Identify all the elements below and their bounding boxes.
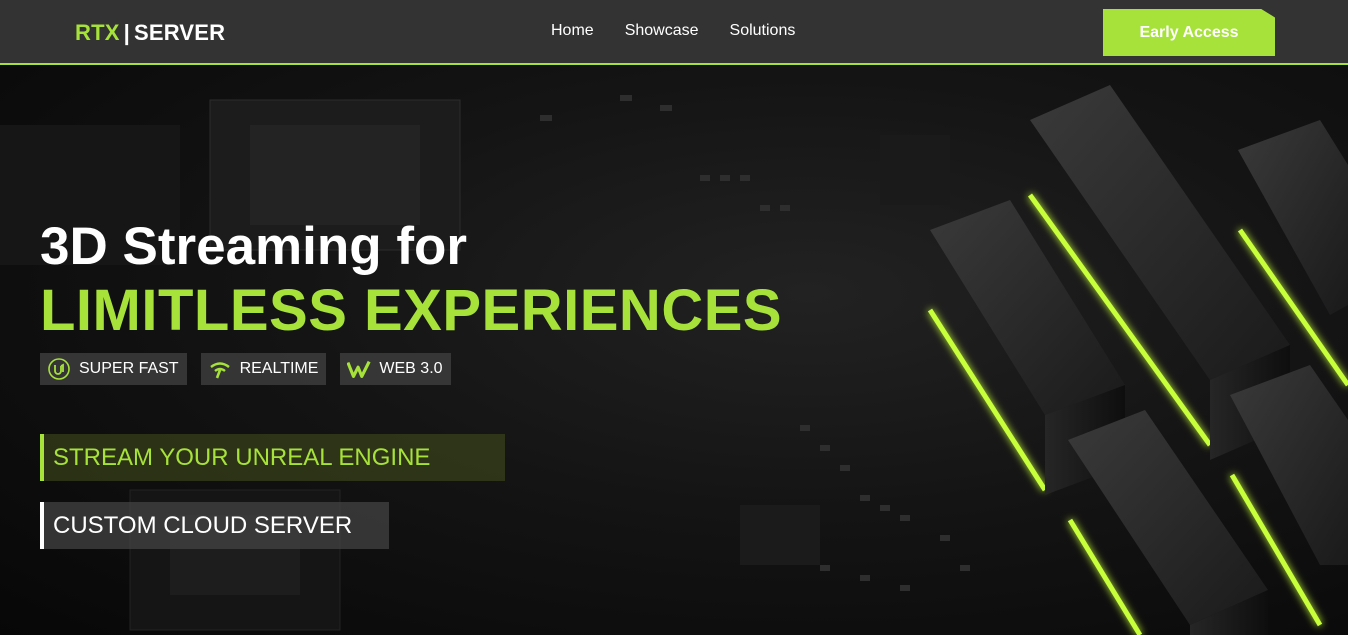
- hero-title-line1: 3D Streaming for: [40, 217, 468, 276]
- feature-super-fast: SUPER FAST: [40, 353, 187, 385]
- unreal-icon: [47, 357, 71, 381]
- circuit-board-background: [0, 85, 1348, 635]
- hero-section: 3D Streaming for LIMITLESS EXPERIENCES S…: [0, 65, 1348, 635]
- nav-showcase[interactable]: Showcase: [625, 22, 699, 40]
- early-access-button[interactable]: Early Access: [1103, 9, 1275, 56]
- nav-home[interactable]: Home: [551, 22, 594, 40]
- feature-label: WEB 3.0: [379, 360, 443, 377]
- top-navbar: RTX | SERVER Home Showcase Solutions Early…: [0, 0, 1348, 65]
- feature-realtime: REALTIME: [200, 353, 327, 385]
- nav-solutions[interactable]: Solutions: [730, 22, 796, 40]
- option-stream-unreal[interactable]: STREAM YOUR UNREAL ENGINE: [40, 434, 505, 481]
- hero-title-line2: LIMITLESS EXPERIENCES: [40, 278, 783, 343]
- logo-server: SERVER: [133, 20, 226, 45]
- feature-label: REALTIME: [239, 360, 319, 377]
- feature-chips: SUPER FAST REALTIME WEB 3.0: [40, 353, 451, 385]
- logo-rtx: RTX: [75, 20, 120, 45]
- option-custom-cloud[interactable]: CUSTOM CLOUD SERVER: [40, 502, 389, 549]
- feature-label: SUPER FAST: [79, 360, 179, 377]
- logo-separator: |: [123, 20, 130, 45]
- site-logo[interactable]: RTX | SERVER: [75, 20, 225, 46]
- w-logo-icon: [347, 357, 371, 381]
- signal-icon: [208, 357, 232, 381]
- feature-web3: WEB 3.0: [340, 353, 451, 385]
- main-nav: Home Showcase Solutions: [551, 22, 795, 40]
